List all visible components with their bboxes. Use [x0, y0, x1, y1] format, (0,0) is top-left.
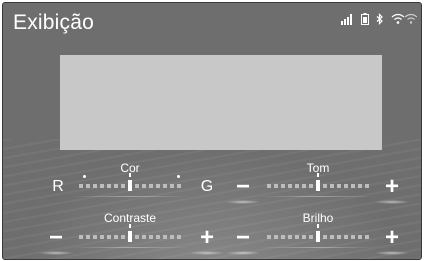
slider-tick: [86, 184, 90, 188]
slider-tick: [330, 184, 334, 188]
slider-tick: [156, 184, 160, 188]
slider-thumb[interactable]: [128, 173, 132, 191]
slider-tick: [351, 184, 355, 188]
slider-tick: [170, 184, 174, 188]
slider-tick: [302, 184, 306, 188]
tint-slider[interactable]: [259, 173, 377, 197]
slider-tick: [114, 235, 118, 239]
slider-tick: [114, 184, 118, 188]
slider-tick: [177, 184, 181, 188]
slider-tick: [100, 235, 104, 239]
slider-tick: [107, 235, 111, 239]
slider-thumb[interactable]: [316, 224, 320, 242]
slider-tick: [274, 184, 278, 188]
display-settings-screen: Exibição Cor R G Tom − + Contraste − + B…: [2, 2, 422, 260]
slider-tick: [351, 235, 355, 239]
slider-tick: [142, 184, 146, 188]
slider-tick: [288, 184, 292, 188]
slider-tick: [107, 184, 111, 188]
slider-track-glow: [71, 196, 189, 197]
slider-track-glow: [259, 196, 377, 197]
status-bar: [341, 11, 417, 25]
slider-tick: [93, 184, 97, 188]
slider-tick: [344, 235, 348, 239]
slider-tick: [149, 235, 153, 239]
contrast-slider[interactable]: [71, 224, 189, 248]
slider-tick: [281, 184, 285, 188]
tint-minus-button[interactable]: −: [225, 175, 261, 204]
slider-tick: [288, 235, 292, 239]
slider-tick: [121, 184, 125, 188]
brightness-slider[interactable]: [259, 224, 377, 248]
slider-tick: [267, 235, 271, 239]
tint-plus-button[interactable]: +: [374, 175, 410, 204]
battery-icon: [361, 13, 369, 25]
slider-tick: [309, 184, 313, 188]
slider-tick: [93, 235, 97, 239]
slider-tick: [163, 184, 167, 188]
slider-tick: [323, 184, 327, 188]
slider-tick: [79, 235, 83, 239]
contrast-plus-button[interactable]: +: [189, 226, 225, 255]
color-left-endpoint-dot: [83, 175, 86, 178]
slider-tick: [281, 235, 285, 239]
slider-tick: [337, 184, 341, 188]
wifi-icon: [391, 13, 417, 24]
slider-tick: [121, 235, 125, 239]
slider-track-glow: [259, 247, 377, 248]
slider-tick: [149, 184, 153, 188]
brightness-plus-button[interactable]: +: [374, 226, 410, 255]
slider-tick: [156, 235, 160, 239]
color-slider[interactable]: [71, 173, 189, 197]
slider-thumb[interactable]: [316, 173, 320, 191]
slider-tick: [330, 235, 334, 239]
bluetooth-icon: [376, 13, 383, 25]
contrast-minus-button[interactable]: −: [38, 226, 74, 255]
slider-tick: [79, 184, 83, 188]
signal-bars-icon: [341, 14, 352, 25]
slider-tick: [267, 184, 271, 188]
slider-tick: [323, 235, 327, 239]
slider-track-glow: [71, 247, 189, 248]
slider-tick: [302, 235, 306, 239]
contrast-label: Contraste: [103, 211, 157, 225]
page-title: Exibição: [13, 11, 94, 34]
brightness-label: Brilho: [302, 211, 334, 225]
slider-tick: [365, 184, 369, 188]
slider-tick: [170, 235, 174, 239]
slider-tick: [309, 235, 313, 239]
slider-tick: [163, 235, 167, 239]
slider-tick: [344, 184, 348, 188]
slider-tick: [142, 235, 146, 239]
slider-tick: [295, 184, 299, 188]
color-green-label[interactable]: G: [201, 178, 213, 196]
slider-tick: [100, 184, 104, 188]
slider-tick: [135, 235, 139, 239]
slider-tick: [86, 235, 90, 239]
slider-tick: [358, 184, 362, 188]
picture-preview-area: [60, 55, 382, 150]
slider-tick: [295, 235, 299, 239]
brightness-minus-button[interactable]: −: [225, 226, 261, 255]
slider-tick: [337, 235, 341, 239]
color-red-label[interactable]: R: [52, 178, 64, 196]
color-right-endpoint-dot: [177, 175, 180, 178]
slider-tick: [274, 235, 278, 239]
slider-tick: [365, 235, 369, 239]
slider-tick: [177, 235, 181, 239]
slider-tick: [135, 184, 139, 188]
slider-thumb[interactable]: [128, 224, 132, 242]
slider-tick: [358, 235, 362, 239]
